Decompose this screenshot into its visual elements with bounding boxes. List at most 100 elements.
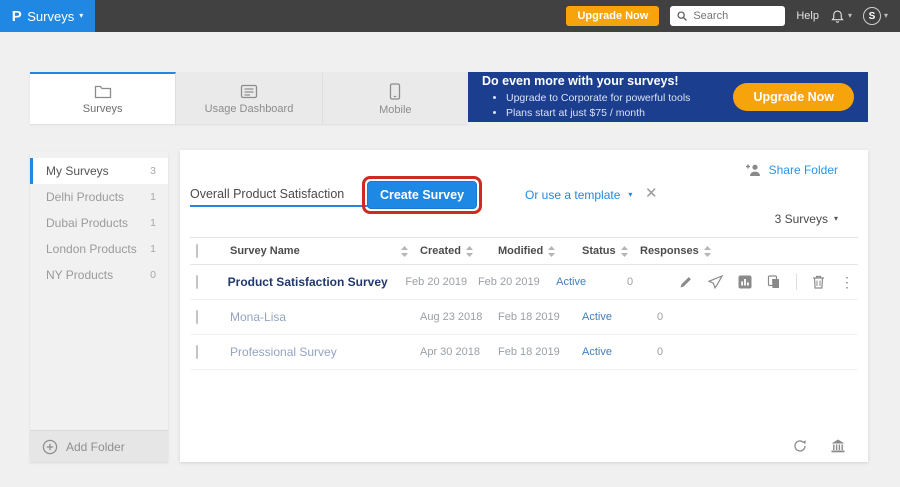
table-row: Mona-Lisa Aug 23 2018 Feb 18 2019 Active… <box>190 300 858 335</box>
use-template-label: Or use a template <box>525 188 620 202</box>
banner-bullet: Upgrade to Corporate for powerful tools <box>506 91 690 105</box>
folder-count: 1 <box>150 191 156 203</box>
app-root: P Surveys ▾ Upgrade Now Help ▾ S ▾ <box>0 0 900 487</box>
folder-name: London Products <box>46 242 137 256</box>
status-badge: Active <box>582 346 612 358</box>
sidebar-item-london-products[interactable]: London Products 1 <box>30 236 168 262</box>
delete-icon[interactable] <box>812 275 825 289</box>
reports-icon[interactable] <box>738 275 752 289</box>
sort-icon[interactable] <box>466 246 473 257</box>
more-options-icon[interactable]: ⋮ <box>840 275 854 289</box>
row-checkbox[interactable] <box>196 310 198 324</box>
status-badge: Active <box>556 276 586 288</box>
search-box <box>670 6 785 26</box>
surveys-count-label: 3 Surveys <box>775 212 828 226</box>
folders-sidebar: My Surveys 3 Delhi Products 1 Dubai Prod… <box>30 152 168 462</box>
chevron-down-icon: ▾ <box>79 12 83 20</box>
select-all-checkbox[interactable] <box>196 244 198 258</box>
tab-surveys[interactable]: Surveys <box>30 72 176 124</box>
surveys-panel: Share Folder Create Survey Or use a temp… <box>180 150 868 462</box>
restore-icon[interactable] <box>792 439 808 453</box>
row-actions: ⋮ <box>679 274 858 290</box>
close-icon[interactable]: ✕ <box>645 184 658 202</box>
row-checkbox[interactable] <box>196 275 198 289</box>
tab-label: Surveys <box>83 103 123 115</box>
sort-icon[interactable] <box>621 246 628 257</box>
add-folder-label: Add Folder <box>66 440 125 454</box>
account-menu-button[interactable]: S ▾ <box>863 7 888 25</box>
folder-count: 3 <box>150 165 156 177</box>
share-folder-label: Share Folder <box>769 163 838 177</box>
table-row: Product Satisfaction Survey Feb 20 2019 … <box>190 265 858 300</box>
mobile-icon <box>389 83 401 100</box>
survey-name-link[interactable]: Professional Survey <box>230 345 337 359</box>
chevron-down-icon: ▾ <box>628 191 632 199</box>
send-icon[interactable] <box>708 275 723 289</box>
person-add-icon <box>745 163 762 177</box>
upgrade-now-button[interactable]: Upgrade Now <box>566 6 659 26</box>
chevron-down-icon: ▾ <box>884 12 888 20</box>
tab-label: Mobile <box>379 104 411 116</box>
banner-text: Do even more with your surveys! Upgrade … <box>482 74 690 119</box>
archive-icon[interactable] <box>830 438 846 453</box>
surveys-table: Survey Name Created Modified Status Resp… <box>190 237 858 370</box>
bell-icon <box>830 9 845 24</box>
sort-icon[interactable] <box>704 246 711 257</box>
notifications-button[interactable]: ▾ <box>830 9 852 24</box>
create-survey-button[interactable]: Create Survey <box>367 181 477 209</box>
help-link[interactable]: Help <box>796 10 819 22</box>
survey-name-link[interactable]: Mona-Lisa <box>230 310 286 324</box>
banner-bullet: Plans start at just $75 / month <box>506 106 690 120</box>
modified-date: Feb 20 2019 <box>478 276 540 288</box>
banner-upgrade-button[interactable]: Upgrade Now <box>733 83 854 111</box>
sidebar-item-delhi-products[interactable]: Delhi Products 1 <box>30 184 168 210</box>
use-template-link[interactable]: Or use a template ▾ <box>525 188 632 202</box>
brand-product-switcher[interactable]: P Surveys ▾ <box>0 0 95 32</box>
table-row: Professional Survey Apr 30 2018 Feb 18 2… <box>190 335 858 370</box>
divider <box>796 274 797 290</box>
sort-icon[interactable] <box>548 246 555 257</box>
top-bar: P Surveys ▾ Upgrade Now Help ▾ S ▾ <box>0 0 900 32</box>
survey-name-link[interactable]: Product Satisfaction Survey <box>228 275 388 289</box>
created-date: Apr 30 2018 <box>420 346 480 358</box>
folder-name: My Surveys <box>46 164 109 178</box>
responses-count: 0 <box>640 346 680 358</box>
responses-count: 0 <box>610 276 650 288</box>
folder-name: NY Products <box>46 268 113 282</box>
modified-date: Feb 18 2019 <box>498 346 560 358</box>
chevron-down-icon: ▾ <box>834 215 838 223</box>
sidebar-item-my-surveys[interactable]: My Surveys 3 <box>30 158 168 184</box>
share-folder-button[interactable]: Share Folder <box>745 163 838 177</box>
plus-circle-icon <box>42 439 58 455</box>
surveys-count-dropdown[interactable]: 3 Surveys ▾ <box>775 212 838 226</box>
row-checkbox[interactable] <box>196 345 198 359</box>
column-header-modified: Modified <box>498 245 543 257</box>
dashboard-icon <box>240 84 258 99</box>
upgrade-promo-banner: Do even more with your surveys! Upgrade … <box>468 72 868 122</box>
search-input[interactable] <box>693 10 779 22</box>
folder-name: Delhi Products <box>46 190 124 204</box>
banner-title: Do even more with your surveys! <box>482 74 690 88</box>
annotation-highlight-ring: Create Survey <box>362 176 482 214</box>
topbar-right-group: Upgrade Now Help ▾ S ▾ <box>566 6 900 26</box>
column-header-survey-name: Survey Name <box>230 245 300 257</box>
folder-count: 1 <box>150 243 156 255</box>
folder-name: Dubai Products <box>46 216 128 230</box>
folder-icon <box>94 84 112 99</box>
tab-mobile[interactable]: Mobile <box>323 72 468 124</box>
panel-footer-icons <box>792 438 846 453</box>
sidebar-item-ny-products[interactable]: NY Products 0 <box>30 262 168 288</box>
column-header-status: Status <box>582 245 616 257</box>
column-header-created: Created <box>420 245 461 257</box>
product-name: Surveys <box>27 9 74 24</box>
folder-count: 1 <box>150 217 156 229</box>
status-badge: Active <box>582 311 612 323</box>
add-folder-button[interactable]: Add Folder <box>30 430 168 462</box>
proprofs-logo: P <box>12 8 23 25</box>
sidebar-item-dubai-products[interactable]: Dubai Products 1 <box>30 210 168 236</box>
responses-count: 0 <box>640 311 680 323</box>
sort-icon[interactable] <box>401 246 408 257</box>
copy-icon[interactable] <box>767 275 781 289</box>
tab-usage-dashboard[interactable]: Usage Dashboard <box>176 72 322 124</box>
edit-icon[interactable] <box>679 275 693 289</box>
